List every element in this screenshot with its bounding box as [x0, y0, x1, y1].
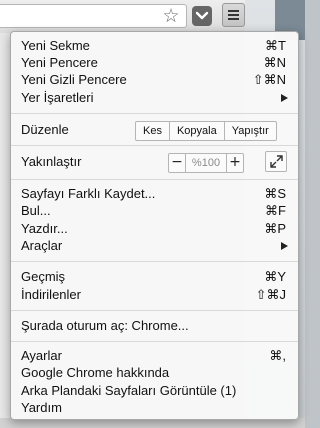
hamburger-icon-line	[228, 14, 239, 16]
menu-item-label: Yeni Gizli Pencere	[21, 72, 127, 87]
menu-separator	[11, 113, 298, 114]
menu-item-label: Yeni Pencere	[21, 55, 98, 70]
menu-item-label: Bul...	[21, 203, 51, 218]
menu-item-shortcut: ⇧⌘J	[255, 287, 286, 302]
menu-separator	[11, 145, 298, 146]
menu-item-about-chrome[interactable]: Google Chrome hakkında	[11, 364, 298, 382]
menu-item-label: Yardım	[21, 400, 62, 415]
menu-item-label: İndirilenler	[21, 287, 81, 302]
menu-item-new-window[interactable]: Yeni Pencere ⌘N	[11, 54, 298, 72]
zoom-in-button[interactable]: +	[227, 154, 243, 172]
menu-item-label: Yer İşaretleri	[21, 90, 94, 105]
menu-separator	[11, 261, 298, 262]
zoom-out-button[interactable]: −	[169, 154, 185, 172]
menu-item-label: Ayarlar	[21, 348, 62, 363]
edit-button-group: Kes Kopyala Yapıştır	[135, 121, 277, 141]
menu-item-label: Sayfayı Farklı Kaydet...	[21, 186, 156, 201]
submenu-arrow-icon	[281, 94, 288, 102]
submenu-arrow-icon	[281, 242, 288, 250]
menu-item-bookmarks[interactable]: Yer İşaretleri	[11, 89, 298, 107]
menu-item-label: Yeni Sekme	[21, 38, 90, 53]
cut-button[interactable]: Kes	[136, 122, 169, 140]
copy-button[interactable]: Kopyala	[168, 122, 224, 140]
menu-item-new-incognito-window[interactable]: Yeni Gizli Pencere ⇧⌘N	[11, 71, 298, 89]
menu-item-shortcut: ⌘S	[264, 186, 286, 201]
menu-item-downloads[interactable]: İndirilenler ⇧⌘J	[11, 286, 298, 304]
fullscreen-button[interactable]	[265, 151, 287, 172]
menu-item-shortcut: ⇧⌘N	[252, 72, 286, 87]
menu-separator	[11, 310, 298, 311]
zoom-controls: − %100 +	[168, 153, 244, 173]
menu-item-shortcut: ⌘Y	[264, 269, 286, 284]
menu-item-label: Arka Plandaki Sayfaları Görüntüle (1)	[21, 383, 237, 398]
menu-item-label: Google Chrome hakkında	[21, 365, 170, 380]
menu-item-zoom: Yakınlaştır	[11, 153, 298, 171]
pocket-icon[interactable]	[192, 6, 212, 26]
hamburger-icon	[228, 10, 239, 12]
menu-item-new-tab[interactable]: Yeni Sekme ⌘T	[11, 37, 298, 55]
address-bar[interactable]	[0, 4, 187, 28]
menu-item-shortcut: ⌘F	[265, 203, 286, 218]
menu-item-shortcut: ⌘T	[265, 38, 286, 53]
menu-item-shortcut: ⌘,	[269, 348, 286, 363]
menu-item-tools[interactable]: Araçlar	[11, 237, 298, 255]
menu-item-label: Yazdır...	[21, 221, 68, 236]
page-background-left	[0, 33, 10, 428]
fullscreen-icon	[270, 155, 283, 168]
paste-button[interactable]: Yapıştır	[223, 122, 276, 140]
menu-item-label: Geçmiş	[21, 269, 66, 284]
menu-item-save-page-as[interactable]: Sayfayı Farklı Kaydet... ⌘S	[11, 185, 298, 203]
menu-item-shortcut: ⌘P	[264, 221, 286, 236]
menu-item-shortcut: ⌘N	[263, 55, 286, 70]
menu-item-find[interactable]: Bul... ⌘F	[11, 202, 298, 220]
chrome-menu-button[interactable]	[222, 3, 245, 27]
hamburger-icon-line	[228, 18, 239, 20]
menu-item-history[interactable]: Geçmiş ⌘Y	[11, 268, 298, 286]
zoom-level: %100	[185, 154, 227, 172]
menu-separator	[11, 179, 298, 180]
chrome-dropdown-menu: Yeni Sekme ⌘T Yeni Pencere ⌘N Yeni Gizli…	[10, 31, 299, 420]
menu-item-label: Şurada oturum aç: Chrome...	[21, 318, 189, 333]
menu-item-print[interactable]: Yazdır... ⌘P	[11, 220, 298, 238]
menu-item-help[interactable]: Yardım	[11, 399, 298, 417]
menu-item-label: Düzenle	[21, 122, 69, 137]
bookmark-star-icon[interactable]: ☆	[160, 5, 182, 27]
menu-item-settings[interactable]: Ayarlar ⌘,	[11, 347, 298, 365]
menu-item-background-pages[interactable]: Arka Plandaki Sayfaları Görüntüle (1)	[11, 382, 298, 400]
menu-item-label: Araçlar	[21, 238, 63, 253]
menu-separator	[11, 341, 298, 342]
menu-item-sign-in[interactable]: Şurada oturum aç: Chrome...	[11, 317, 298, 335]
menu-item-label: Yakınlaştır	[21, 154, 82, 169]
